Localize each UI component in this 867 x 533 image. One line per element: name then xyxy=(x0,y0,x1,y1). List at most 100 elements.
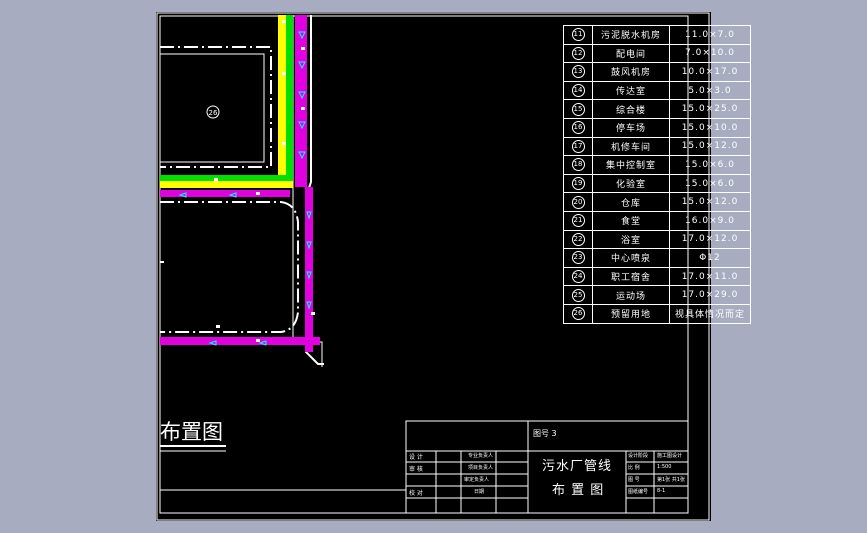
table-row: 23 中心喷泉 Φ12 xyxy=(563,248,751,268)
row-number-circle: 23 xyxy=(571,251,585,265)
building-name: 传达室 xyxy=(592,80,670,101)
drawing-number: 图号 3 xyxy=(533,429,557,438)
title-line-2: 布 置 图 xyxy=(552,483,605,498)
table-row: 20 仓库 15.0×12.0 xyxy=(563,192,751,212)
row-number-circle: 26 xyxy=(571,307,585,321)
tb-label-project: 项目负责人 xyxy=(468,465,494,471)
building-schedule-table: 11 污泥脱水机房 11.0×7.0 12 配电间 7.0×10.0 13 鼓风机房 10.0×… xyxy=(563,25,751,324)
magenta-pipe-bottom xyxy=(160,337,320,345)
row-number: 26 xyxy=(563,303,593,324)
row-number-circle: 17 xyxy=(571,139,585,153)
row-number-circle: 24 xyxy=(571,270,585,284)
building-name: 污泥脱水机房 xyxy=(592,25,670,45)
row-number: 19 xyxy=(563,173,593,194)
table-row: 24 职工宿舍 17.0×11.0 xyxy=(563,266,751,287)
row-number-circle: 22 xyxy=(571,232,585,246)
building-name: 停车场 xyxy=(592,117,670,138)
building-name: 化验室 xyxy=(592,173,670,194)
tb-label-discipline: 专业负责人 xyxy=(468,453,494,459)
building-size: 15.0×6.0 xyxy=(669,173,751,194)
table-row: 12 配电间 7.0×10.0 xyxy=(563,43,751,64)
tb-label-check: 校 对 xyxy=(409,490,423,497)
tb-right-key: 图 号 xyxy=(628,477,640,483)
tb-right-key: 图纸编号 xyxy=(628,489,649,495)
row-number: 11 xyxy=(563,25,593,45)
row-number-circle: 15 xyxy=(571,102,585,116)
area-number: 26 xyxy=(209,109,218,117)
row-number: 22 xyxy=(563,229,593,250)
building-size: 7.0×10.0 xyxy=(669,43,751,64)
building-size: 视具体情况而定 xyxy=(669,303,751,324)
lot-inner-upper xyxy=(160,53,265,163)
table-row: 25 运动场 17.0×29.0 xyxy=(563,285,751,305)
tb-label-design: 设 计 xyxy=(409,454,423,461)
building-size: 15.0×25.0 xyxy=(669,99,751,119)
row-number: 18 xyxy=(563,155,593,175)
building-name: 浴室 xyxy=(592,229,670,250)
building-name: 食堂 xyxy=(592,210,670,231)
row-number: 15 xyxy=(563,99,593,119)
building-size: 16.0×9.0 xyxy=(669,210,751,231)
building-name: 机修车间 xyxy=(592,136,670,157)
row-number-circle: 11 xyxy=(571,28,585,42)
magenta-pipe-horizontal xyxy=(160,190,290,197)
table-row: 17 机修车间 15.0×12.0 xyxy=(563,136,751,157)
row-number-circle: 16 xyxy=(571,121,585,135)
table-row: 14 传达室 5.0×3.0 xyxy=(563,80,751,101)
building-name: 中心喷泉 xyxy=(592,248,670,268)
building-size: Φ12 xyxy=(669,248,751,268)
row-number: 14 xyxy=(563,80,593,101)
row-number-circle: 14 xyxy=(571,84,585,98)
tb-right-key: 设计阶段 xyxy=(628,453,649,459)
table-row: 13 鼓风机房 10.0×17.0 xyxy=(563,62,751,82)
table-row: 21 食堂 16.0×9.0 xyxy=(563,210,751,231)
building-size: 17.0×12.0 xyxy=(669,229,751,250)
table-row: 18 集中控制室 15.0×6.0 xyxy=(563,155,751,175)
title-line-1: 污水厂管线 xyxy=(542,459,613,474)
building-size: 15.0×6.0 xyxy=(669,155,751,175)
tb-right-key: 比 例 xyxy=(628,465,640,471)
building-size: 11.0×7.0 xyxy=(669,25,751,45)
row-number: 20 xyxy=(563,192,593,212)
building-name: 运动场 xyxy=(592,285,670,305)
table-row: 16 停车场 15.0×10.0 xyxy=(563,117,751,138)
table-row: 15 综合楼 15.0×25.0 xyxy=(563,99,751,119)
row-number-circle: 12 xyxy=(571,46,585,60)
layout-label: 布置图 xyxy=(160,420,223,444)
tb-label-review: 审 核 xyxy=(409,466,423,473)
row-number: 23 xyxy=(563,248,593,268)
building-size: 15.0×10.0 xyxy=(669,117,751,138)
green-pipe-horizontal xyxy=(160,175,293,181)
building-size: 15.0×12.0 xyxy=(669,192,751,212)
building-name: 职工宿舍 xyxy=(592,266,670,287)
table-row: 26 预留用地 视具体情况而定 xyxy=(563,303,751,324)
yellow-pipe-horizontal xyxy=(160,181,293,188)
drawing-canvas[interactable]: 26 布置图 11 污泥脱水机房 11.0×7.0 12 配电间 7.0×10.… xyxy=(156,12,751,521)
row-number-circle: 20 xyxy=(571,195,585,209)
tb-right-value: 1:500 xyxy=(657,464,672,470)
building-name: 预留用地 xyxy=(592,303,670,324)
green-pipe-vertical xyxy=(286,15,293,187)
tb-right-value: 施工图设计 xyxy=(657,453,683,459)
building-name: 鼓风机房 xyxy=(592,62,670,82)
row-number-circle: 21 xyxy=(571,214,585,228)
magenta-pipe-vertical xyxy=(295,15,307,187)
table-row: 19 化验室 15.0×6.0 xyxy=(563,173,751,194)
table-row: 11 污泥脱水机房 11.0×7.0 xyxy=(563,25,751,45)
row-number-circle: 13 xyxy=(571,65,585,79)
tb-label-approval: 审定负责人 xyxy=(464,477,490,483)
lot-outline-lower xyxy=(160,201,299,333)
row-number: 16 xyxy=(563,117,593,138)
tb-label-date: 日期 xyxy=(474,489,485,495)
tb-right-value: 第1张 共1张 xyxy=(657,477,685,483)
building-name: 综合楼 xyxy=(592,99,670,119)
table-row: 22 浴室 17.0×12.0 xyxy=(563,229,751,250)
building-name: 配电间 xyxy=(592,43,670,64)
row-number-circle: 18 xyxy=(571,158,585,172)
tb-right-value: 8-1 xyxy=(657,488,666,494)
row-number: 13 xyxy=(563,62,593,82)
row-number: 24 xyxy=(563,266,593,287)
row-number: 17 xyxy=(563,136,593,157)
building-size: 15.0×12.0 xyxy=(669,136,751,157)
building-name: 仓库 xyxy=(592,192,670,212)
